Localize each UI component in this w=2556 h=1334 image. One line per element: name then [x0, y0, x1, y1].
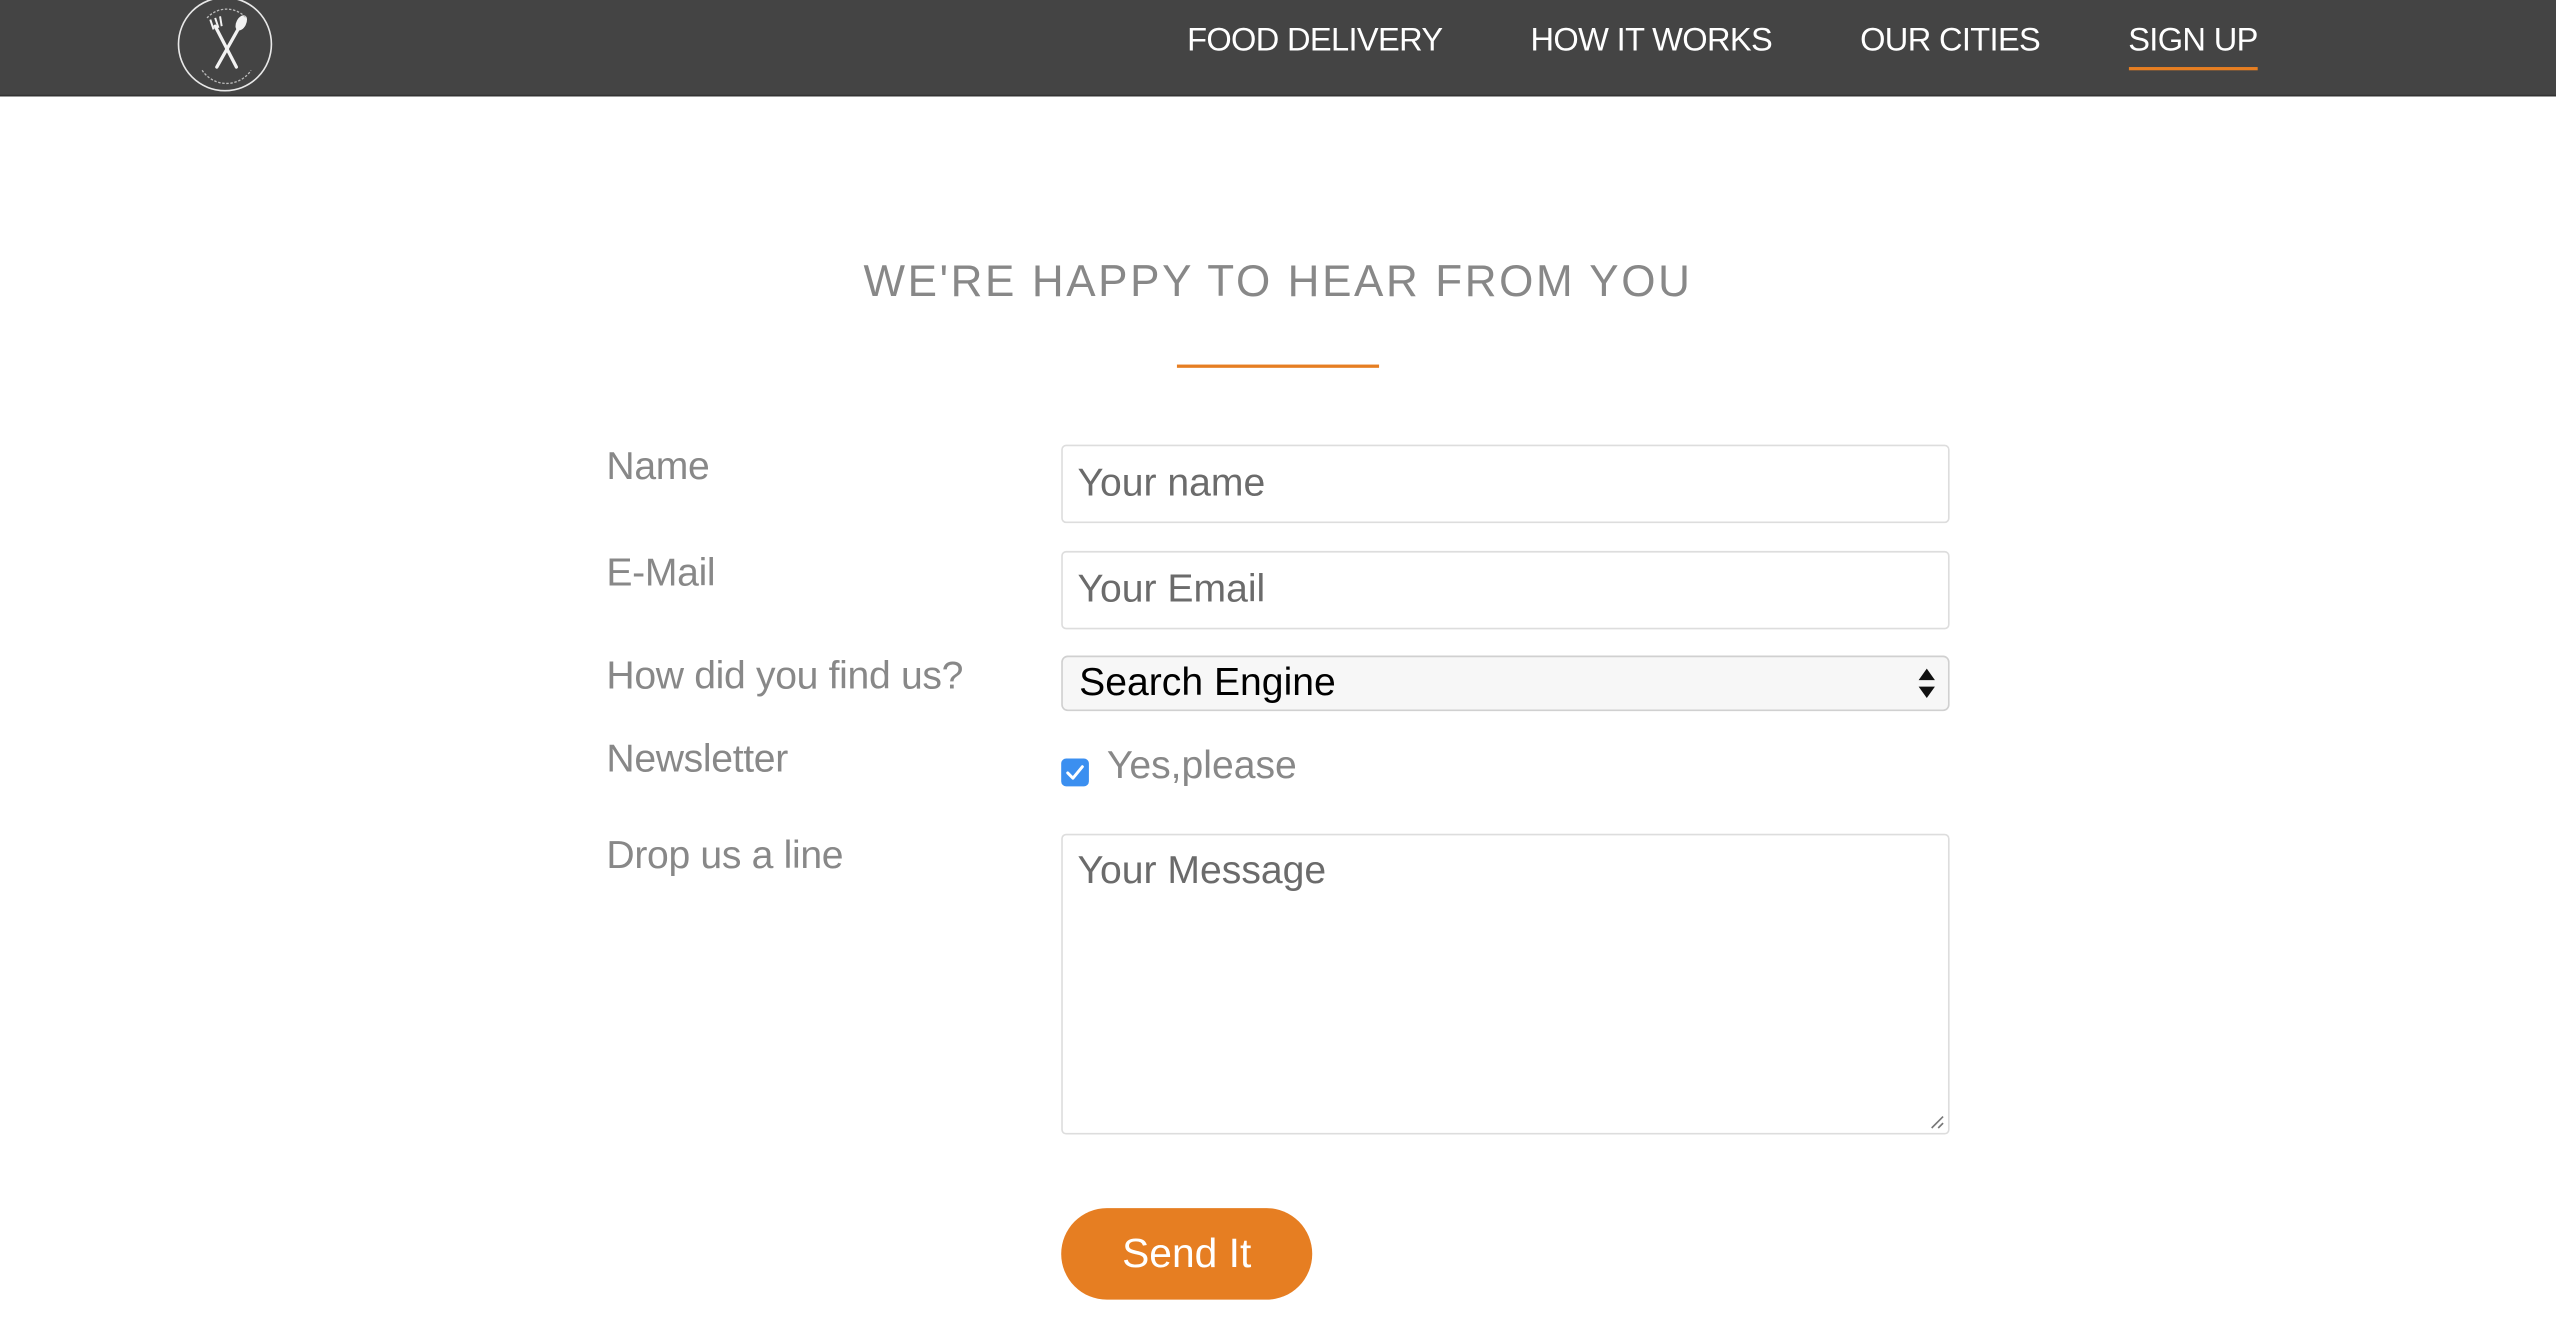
nav-links: FOOD DELIVERY HOW IT WORKS OUR CITIES SI…	[1099, 0, 2258, 95]
nav-link-how-it-works[interactable]: HOW IT WORKS	[1531, 0, 1773, 70]
email-label: E-Mail	[606, 550, 716, 596]
section-title: WE'RE HAPPY TO HEAR FROM YOU	[863, 256, 1693, 306]
find-us-select[interactable]: Search Engine	[1061, 655, 1950, 712]
send-button[interactable]: Send It	[1061, 1208, 1313, 1300]
select-arrows-icon	[1918, 668, 1935, 699]
title-divider	[1176, 364, 1380, 368]
page: FOOD DELIVERY HOW IT WORKS OUR CITIES SI…	[0, 0, 2556, 1334]
newsletter-option-label[interactable]: Yes,please	[1107, 744, 1297, 790]
message-textarea[interactable]	[1061, 833, 1950, 1135]
newsletter-checkbox[interactable]	[1061, 758, 1089, 787]
nav-link-food-delivery[interactable]: FOOD DELIVERY	[1187, 0, 1443, 70]
fork-and-spoon-icon	[201, 8, 252, 85]
find-us-label: How did you find us?	[606, 653, 964, 699]
name-input[interactable]	[1061, 444, 1950, 524]
top-navigation: FOOD DELIVERY HOW IT WORKS OUR CITIES SI…	[0, 0, 2556, 97]
nav-link-sign-up[interactable]: SIGN UP	[2128, 0, 2258, 71]
resize-grip-icon[interactable]	[1928, 1113, 1944, 1129]
newsletter-label: Newsletter	[606, 737, 788, 782]
message-label: Drop us a line	[606, 833, 844, 878]
logo[interactable]	[177, 0, 273, 92]
email-input[interactable]	[1061, 550, 1950, 630]
name-label: Name	[606, 444, 710, 489]
checkmark-icon	[1066, 765, 1084, 780]
nav-link-our-cities[interactable]: OUR CITIES	[1860, 0, 2041, 70]
find-us-selected-value: Search Engine	[1079, 660, 1336, 705]
